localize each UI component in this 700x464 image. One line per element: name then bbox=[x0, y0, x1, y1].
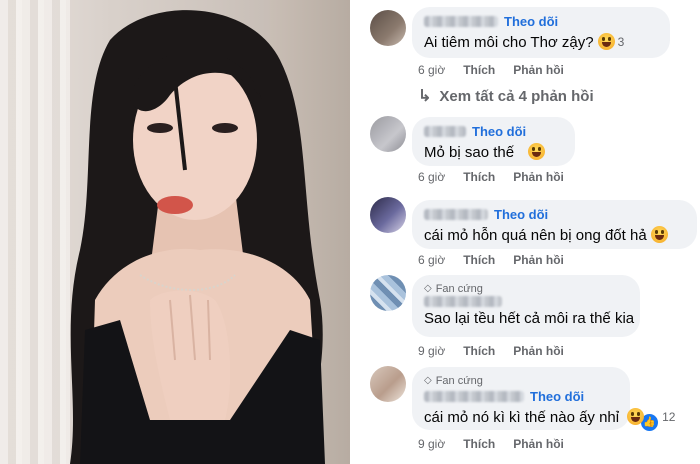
comment-bubble: ◇ Fan cứng Theo dõi cái mỏ nó kì kì thế … bbox=[412, 367, 675, 432]
comment-header bbox=[424, 296, 628, 307]
like-action[interactable]: Thích bbox=[463, 344, 495, 358]
comment-text: Sao lại tều hết cả môi ra thế kia bbox=[424, 310, 634, 327]
comment-text: Mỏ bị sao thế bbox=[424, 143, 563, 161]
fan-badge-label: Fan cứng bbox=[435, 282, 483, 295]
comment-actions: 6 giờ Thích Phản hồi bbox=[418, 170, 582, 184]
comment-bubble: Theo dõi Ai tiêm môi cho Thơ zậy? 3 bbox=[412, 7, 670, 58]
comment-bubble: Theo dõi Mỏ bị sao thế bbox=[412, 117, 575, 166]
avatar[interactable] bbox=[370, 366, 406, 402]
fan-badge: ◇ Fan cứng bbox=[424, 373, 618, 388]
avatar[interactable] bbox=[370, 116, 406, 152]
reply-arrow-icon: ↳ bbox=[418, 88, 432, 105]
comment-actions: 9 giờ Thích Phản hồi bbox=[418, 344, 582, 358]
reply-action[interactable]: Phản hồi bbox=[513, 344, 564, 358]
comment-actions: 6 giờ Thích Phản hồi bbox=[418, 253, 582, 267]
follow-button[interactable]: Theo dõi bbox=[530, 389, 584, 404]
comment-time[interactable]: 9 giờ bbox=[418, 344, 445, 358]
comment-text: Ai tiêm môi cho Thơ zậy? 3 bbox=[424, 33, 658, 51]
comment-time[interactable]: 6 giờ bbox=[418, 170, 445, 184]
woman-portrait-illustration bbox=[70, 10, 325, 464]
fan-badge: ◇ Fan cứng bbox=[424, 281, 628, 296]
comment-text-content: Mỏ bị sao thế bbox=[424, 144, 515, 161]
comment-time[interactable]: 9 giờ bbox=[418, 437, 445, 451]
comment-actions: 9 giờ Thích Phản hồi bbox=[418, 437, 582, 451]
diamond-icon: ◇ bbox=[424, 375, 432, 386]
follow-button[interactable]: Theo dõi bbox=[494, 207, 548, 222]
comment-header: Theo dõi bbox=[424, 388, 618, 405]
avatar[interactable] bbox=[370, 275, 406, 311]
follow-button[interactable]: Theo dõi bbox=[504, 14, 558, 29]
post-photo bbox=[0, 0, 350, 464]
blurred-username[interactable] bbox=[424, 126, 466, 137]
like-action[interactable]: Thích bbox=[463, 63, 495, 77]
comment-text: cái mỏ hỗn quá nên bị ong đốt hả bbox=[424, 226, 685, 244]
comment-header: Theo dõi bbox=[424, 206, 685, 223]
comment-time[interactable]: 6 giờ bbox=[418, 63, 445, 77]
blurred-username[interactable] bbox=[424, 391, 524, 402]
follow-button[interactable]: Theo dõi bbox=[472, 124, 526, 139]
like-action[interactable]: Thích bbox=[463, 170, 495, 184]
comment-text-content: cái mỏ nó kì kì thế nào ấy nhỉ bbox=[424, 409, 620, 426]
reaction-count[interactable]: 3 bbox=[618, 35, 625, 49]
fan-badge-label: Fan cứng bbox=[435, 374, 483, 387]
comment-header: Theo dõi bbox=[424, 13, 658, 30]
comment-header: Theo dõi bbox=[424, 123, 563, 140]
like-action[interactable]: Thích bbox=[463, 253, 495, 267]
comment-time[interactable]: 6 giờ bbox=[418, 253, 445, 267]
comment-text-content: Sao lại tều hết cả môi ra thế kia bbox=[424, 310, 635, 327]
reply-action[interactable]: Phản hồi bbox=[513, 253, 564, 267]
reply-action[interactable]: Phản hồi bbox=[513, 437, 564, 451]
view-replies-link[interactable]: ↳ Xem tất cả 4 phản hồi bbox=[418, 86, 594, 106]
blurred-username[interactable] bbox=[424, 16, 498, 27]
haha-emoji-icon[interactable] bbox=[597, 33, 615, 50]
comment-bubble: Theo dõi cái mỏ hỗn quá nên bị ong đốt h… bbox=[412, 200, 697, 249]
comment-text: cái mỏ nó kì kì thế nào ấy nhỉ 👍 12 bbox=[424, 408, 675, 432]
reaction-count[interactable]: 12 bbox=[662, 410, 675, 424]
comment-text-content: cái mỏ hỗn quá nên bị ong đốt hả bbox=[424, 227, 647, 244]
diamond-icon: ◇ bbox=[424, 283, 432, 294]
haha-emoji-icon[interactable] bbox=[650, 226, 668, 243]
blurred-username[interactable] bbox=[424, 296, 502, 307]
haha-emoji-icon[interactable] bbox=[528, 143, 546, 160]
blurred-username[interactable] bbox=[424, 209, 488, 220]
avatar[interactable] bbox=[370, 197, 406, 233]
comment-text-content: Ai tiêm môi cho Thơ zậy? bbox=[424, 34, 594, 51]
reply-action[interactable]: Phản hồi bbox=[513, 170, 564, 184]
comments-panel: Theo dõi Ai tiêm môi cho Thơ zậy? 3 6 giờ… bbox=[350, 0, 700, 464]
avatar[interactable] bbox=[370, 10, 406, 46]
view-replies-label: Xem tất cả 4 phản hồi bbox=[439, 87, 594, 105]
haha-emoji-icon[interactable] bbox=[627, 408, 645, 425]
comment-actions: 6 giờ Thích Phản hồi bbox=[418, 63, 582, 77]
comment-bubble: ◇ Fan cứng Sao lại tều hết cả môi ra thế… bbox=[412, 275, 640, 337]
like-action[interactable]: Thích bbox=[463, 437, 495, 451]
reply-action[interactable]: Phản hồi bbox=[513, 63, 564, 77]
